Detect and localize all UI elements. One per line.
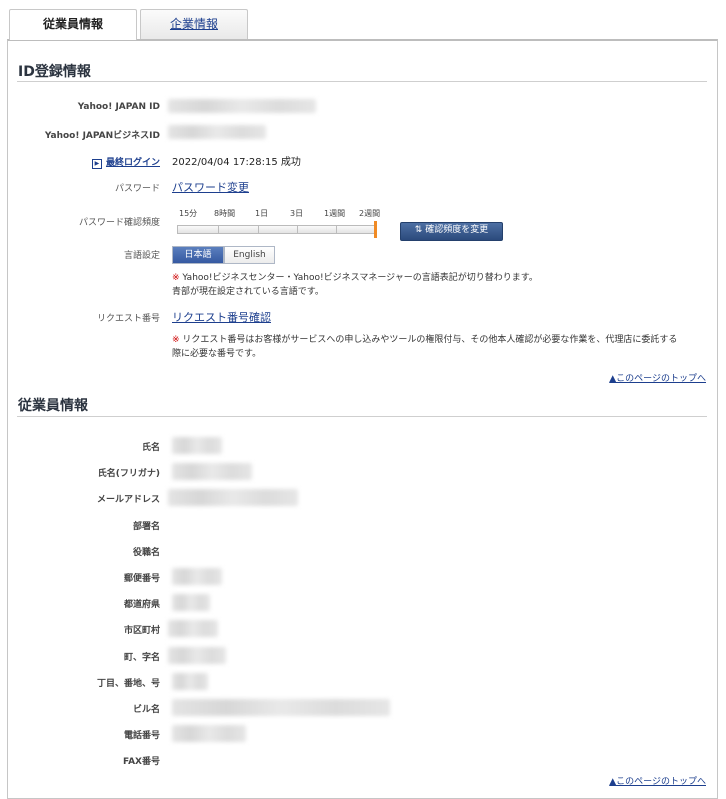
section-divider — [17, 416, 707, 417]
slider-tick: 1週間 — [324, 209, 346, 218]
refresh-icon: ⇅ — [414, 225, 426, 235]
label-request-number: リクエスト番号 — [96, 314, 160, 324]
employee-field-value-redacted — [168, 620, 218, 637]
employee-field-value-redacted — [172, 725, 246, 742]
yahoo-id-value-redacted — [168, 99, 316, 113]
tab-company-info[interactable]: 企業情報 — [140, 9, 248, 39]
employee-field-label: 氏名 — [141, 443, 160, 453]
employee-field-label: 市区町村 — [123, 626, 160, 636]
label-last-login[interactable]: ▶ 最終ログイン — [17, 155, 160, 169]
label-yahoo-id: Yahoo! JAPAN ID — [77, 102, 160, 112]
slider-tick: 1日 — [255, 209, 269, 218]
change-frequency-button[interactable]: ⇅ 確認頻度を変更 — [400, 222, 503, 241]
employee-field-label: 丁目、番地、号 — [96, 679, 160, 689]
employee-field-label: FAX番号 — [122, 757, 160, 767]
request-number-link[interactable]: リクエスト番号確認 — [172, 309, 271, 325]
slider-thumb[interactable] — [374, 221, 377, 238]
label-password: パスワード — [114, 184, 160, 194]
employee-field-label: 部署名 — [132, 522, 160, 532]
business-id-value-redacted — [168, 125, 266, 139]
section-title-id: ID登録情報 — [18, 64, 91, 80]
employee-field-label: メールアドレス — [96, 495, 160, 505]
employee-field-label: 電話番号 — [123, 731, 160, 741]
expand-icon[interactable]: ▶ — [91, 159, 102, 169]
tab-employee-info[interactable]: 従業員情報 — [9, 9, 137, 40]
language-option-japanese[interactable]: 日本語 — [172, 246, 224, 264]
label-business-id: Yahoo! JAPANビジネスID — [44, 131, 160, 141]
employee-field-value-redacted — [172, 437, 222, 454]
employee-field-label: 都道府県 — [123, 600, 160, 610]
section-title-employee: 従業員情報 — [18, 398, 88, 414]
page-top-link[interactable]: ▲このページのトップへ — [609, 371, 706, 384]
tab-company-info-link[interactable]: 企業情報 — [170, 17, 218, 31]
employee-field-value-redacted — [168, 647, 226, 664]
page-top-link-bottom[interactable]: ▲このページのトップへ — [609, 774, 706, 787]
slider-track[interactable] — [177, 225, 375, 234]
employee-field-label: 郵便番号 — [123, 574, 160, 584]
employee-field-label: 氏名(フリガナ) — [97, 469, 160, 479]
label-language: 言語設定 — [123, 251, 160, 261]
employee-field-value-redacted — [172, 463, 252, 480]
language-note: ※ Yahoo!ビジネスセンター・Yahoo!ビジネスマネージャーの言語表記が切… — [172, 273, 538, 297]
last-login-link[interactable]: 最終ログイン — [106, 158, 160, 168]
last-login-value: 2022/04/04 17:28:15 成功 — [172, 157, 301, 168]
employee-field-value-redacted — [172, 699, 390, 716]
employee-field-value-redacted — [168, 489, 298, 506]
slider-tick: 15分 — [179, 209, 198, 218]
employee-field-label: ビル名 — [132, 705, 160, 715]
employee-field-value-redacted — [172, 594, 210, 611]
employee-field-value-redacted — [172, 568, 222, 585]
section-divider — [17, 81, 707, 82]
employee-field-label: 町、字名 — [123, 653, 160, 663]
password-change-link[interactable]: パスワード変更 — [172, 179, 249, 195]
slider-tick: 3日 — [290, 209, 304, 218]
language-option-english[interactable]: English — [224, 246, 275, 264]
employee-field-value-redacted — [172, 673, 208, 690]
label-password-frequency: パスワード確認頻度 — [78, 218, 160, 228]
slider-tick: 8時間 — [214, 209, 236, 218]
employee-field-label: 役職名 — [132, 548, 160, 558]
request-number-note: ※ リクエスト番号はお客様がサービスへの申し込みやツールの権限付与、その他本人確… — [172, 335, 678, 359]
slider-tick: 2週間 — [359, 209, 381, 218]
